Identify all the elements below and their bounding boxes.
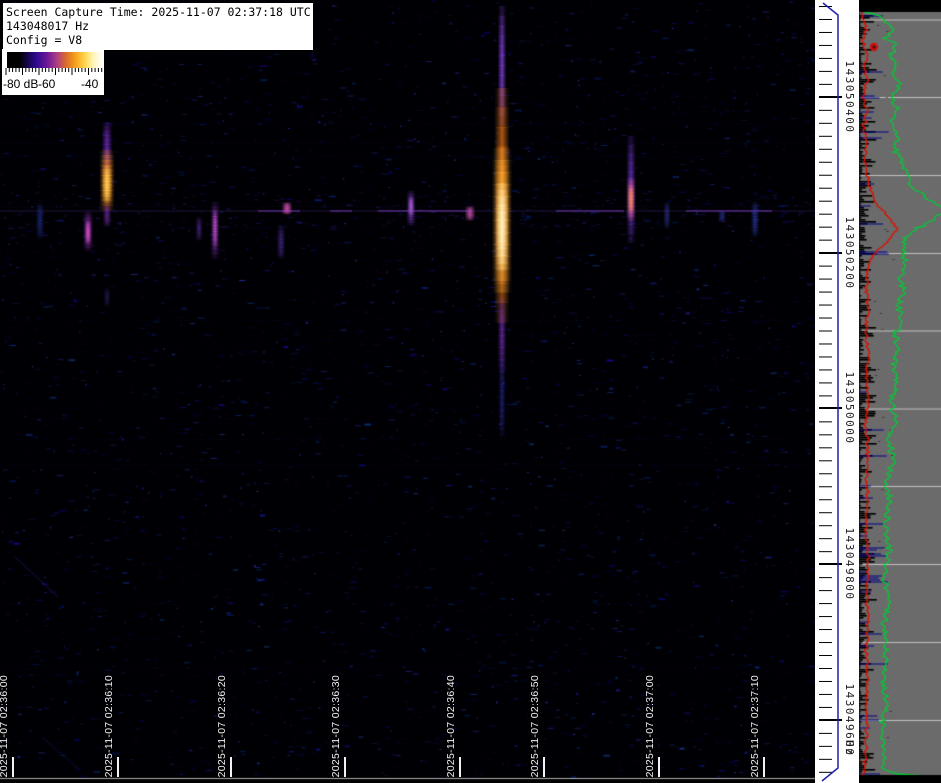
- hz-unit-label: Hz: [843, 740, 856, 756]
- spectrogram-app: 2025-11-07 02:36:00 2025-11-07 02:36:10 20…: [0, 0, 941, 783]
- time-axis-label: 2025-11-07 02:36:00: [0, 675, 10, 777]
- waterfall-spectrogram-canvas: [0, 0, 815, 783]
- time-axis-tick: [658, 757, 660, 777]
- waterfall-area: 2025-11-07 02:36:00 2025-11-07 02:36:10 20…: [0, 0, 815, 783]
- frequency-axis-label: 143050200: [843, 216, 856, 289]
- time-axis-tick: [12, 757, 14, 777]
- time-axis-label: 2025-11-07 02:37:00: [644, 675, 656, 777]
- time-axis-label: 2025-11-07 02:37:10: [749, 675, 761, 777]
- tuned-frequency-text: 143048017 Hz: [6, 19, 310, 33]
- time-axis-tick: [230, 757, 232, 777]
- frequency-scale: 1430504001430502001430500001430498001430…: [815, 0, 859, 783]
- time-axis-tick: [763, 757, 765, 777]
- config-text: Config = V8: [6, 33, 310, 47]
- frequency-axis-label: 143049800: [843, 527, 856, 600]
- color-gradient-bar: [7, 52, 102, 68]
- time-axis-label: 2025-11-07 02:36:40: [445, 675, 457, 777]
- time-axis-label: 2025-11-07 02:36:10: [103, 675, 115, 777]
- db-label: -80 dB: [3, 77, 38, 91]
- time-axis-label: 2025-11-07 02:36:50: [529, 675, 541, 777]
- frequency-axis-label: 143050400: [843, 60, 856, 133]
- capture-info-box: Screen Capture Time: 2025-11-07 02:37:18…: [2, 2, 314, 51]
- time-axis-label: 2025-11-07 02:36:30: [330, 675, 342, 777]
- db-scale-ruler: [2, 68, 104, 77]
- db-label: -60: [38, 77, 55, 91]
- spectrum-plot-canvas: [859, 0, 941, 783]
- time-axis-tick: [344, 757, 346, 777]
- frequency-axis-label: 143050000: [843, 371, 856, 444]
- time-axis-tick: [117, 757, 119, 777]
- capture-time-text: Screen Capture Time: 2025-11-07 02:37:18…: [6, 5, 310, 19]
- time-axis-label: 2025-11-07 02:36:20: [216, 675, 228, 777]
- spectrum-panel: [859, 0, 941, 783]
- time-axis-tick: [459, 757, 461, 777]
- db-label: -40: [81, 77, 98, 91]
- color-scale-legend: -80 dB-60 -40: [2, 49, 104, 95]
- time-axis-tick: [543, 757, 545, 777]
